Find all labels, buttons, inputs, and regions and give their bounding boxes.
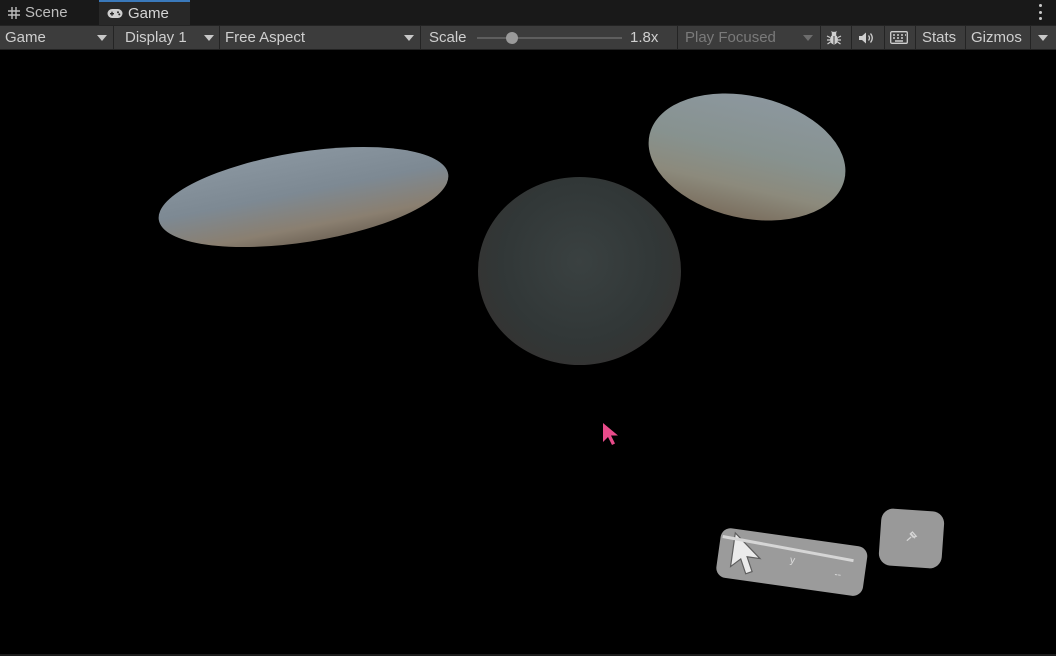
overlay-pin-button[interactable] (878, 507, 945, 570)
play-mode-chevron-down-icon (803, 35, 813, 41)
scale-slider-handle[interactable] (506, 32, 518, 44)
display-select-chevron-down-icon (204, 35, 214, 41)
game-viewport[interactable]: y -- (0, 50, 1056, 656)
sphere-center (478, 177, 681, 365)
view-select-value: Game (5, 29, 46, 46)
gizmos-button[interactable]: Gizmos (971, 26, 1022, 49)
tab-game-label: Game (128, 5, 169, 22)
view-select[interactable]: Game (5, 26, 111, 49)
bug-icon[interactable] (826, 26, 846, 49)
overlay-glyph-dash: -- (833, 569, 842, 581)
pointer-cursor-icon (603, 423, 618, 445)
scale-label: Scale (429, 29, 467, 46)
tab-game[interactable]: Game (99, 0, 190, 25)
more-options-icon[interactable] (1038, 4, 1042, 20)
keyboard-icon[interactable] (890, 26, 910, 49)
grid-icon (8, 6, 20, 19)
speaker-icon[interactable] (858, 26, 878, 49)
gizmos-chevron-down-icon[interactable] (1038, 35, 1048, 41)
scale-value: 1.8x (630, 29, 659, 46)
game-toolbar: Game Display 1 Free Aspect Scale 1.8x Pl… (0, 25, 1056, 50)
tab-bar: Scene Game (0, 0, 1056, 25)
stats-button[interactable]: Stats (922, 26, 956, 49)
play-mode-select-value: Play Focused (685, 29, 776, 46)
view-select-chevron-down-icon (97, 35, 107, 41)
gamepad-icon (107, 9, 123, 18)
aspect-select-chevron-down-icon (404, 35, 414, 41)
display-select-value: Display 1 (125, 29, 187, 46)
ellipsoid-right (635, 75, 859, 239)
display-select[interactable]: Display 1 (125, 26, 215, 49)
aspect-select[interactable]: Free Aspect (225, 26, 415, 49)
pin-icon (906, 531, 918, 542)
aspect-select-value: Free Aspect (225, 29, 306, 46)
scale-slider[interactable] (477, 32, 622, 44)
overlay-glyph-y: y (789, 554, 796, 567)
tab-scene-label: Scene (25, 4, 68, 21)
tab-scene[interactable]: Scene (8, 0, 68, 25)
play-mode-select[interactable]: Play Focused (685, 26, 815, 49)
flat-ellipsoid-left (151, 129, 456, 265)
